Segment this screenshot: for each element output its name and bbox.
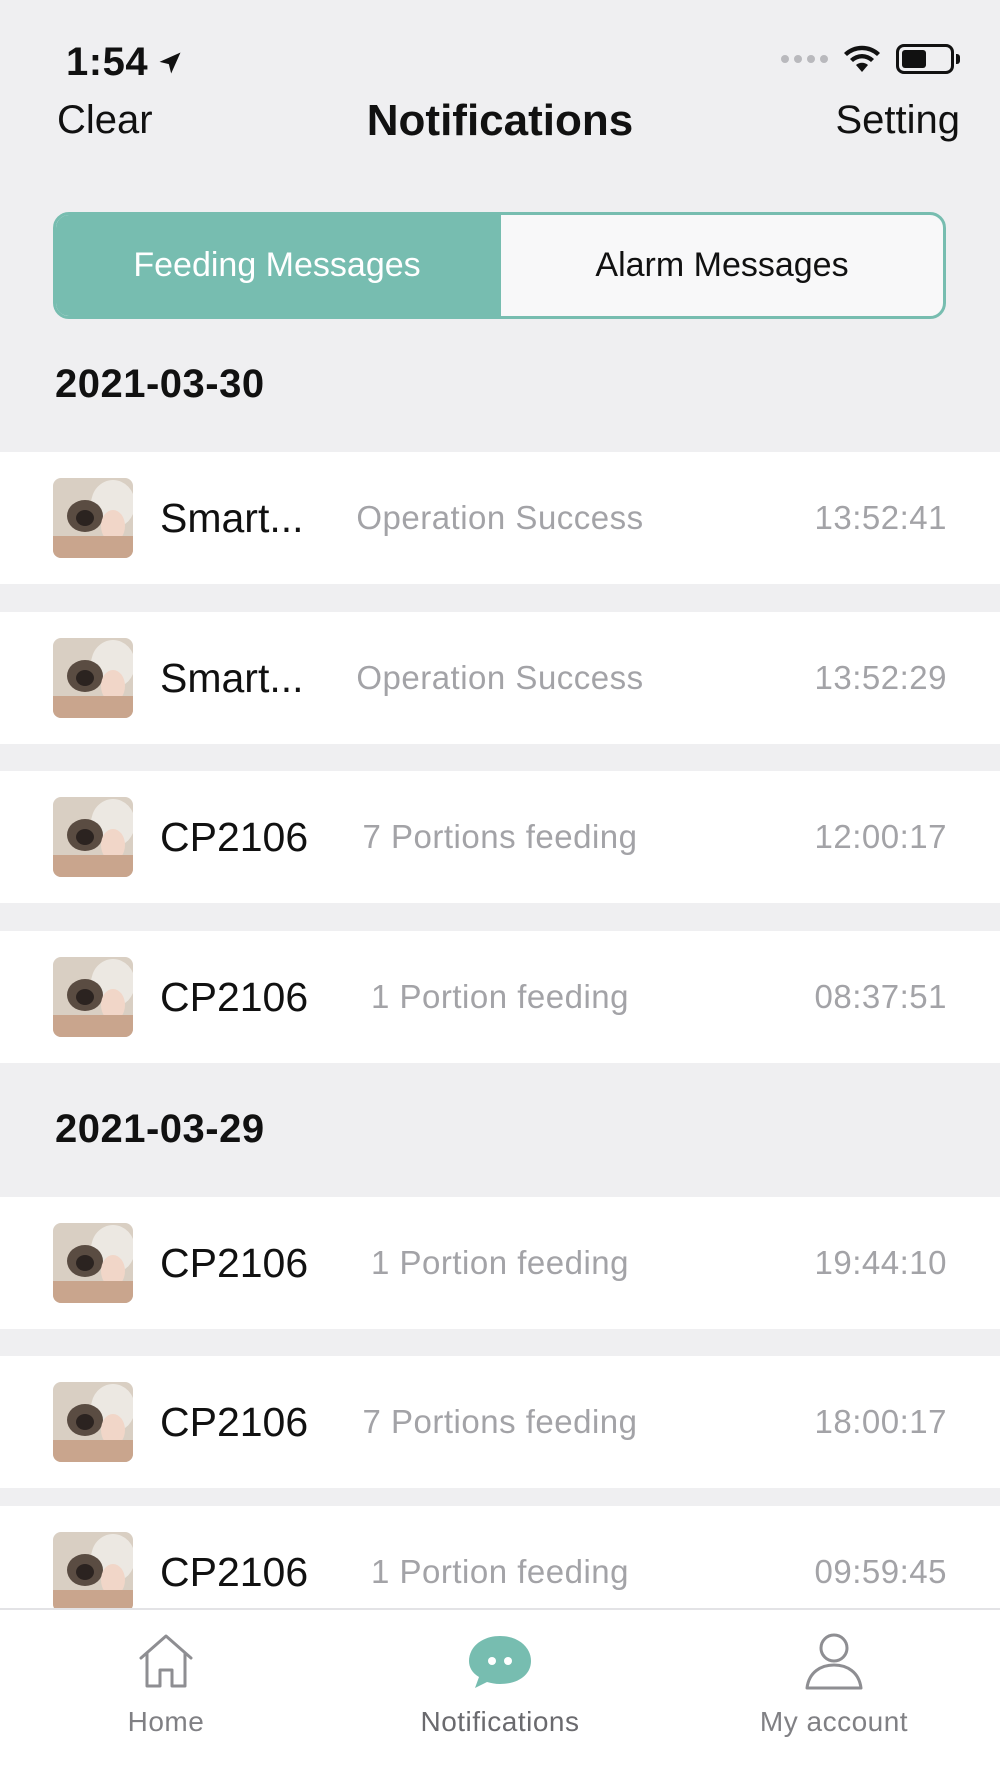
message-time: 12:00:17: [814, 818, 947, 855]
message-type-segmented-control: Feeding Messages Alarm Messages: [53, 212, 946, 319]
tab-my-account[interactable]: My account: [724, 1628, 944, 1738]
device-name: Smart...: [160, 494, 304, 541]
list-item[interactable]: Smart... Operation Success 13:52:41: [0, 452, 1000, 584]
battery-icon: [896, 44, 960, 74]
message-time: 19:44:10: [814, 1244, 947, 1281]
message-text: 1 Portion feeding: [370, 1553, 629, 1590]
device-photo-thumbnail: [53, 957, 133, 1037]
date-header: 2021-03-30: [55, 362, 265, 406]
device-photo-thumbnail: [53, 1382, 133, 1462]
status-indicators: [781, 44, 960, 74]
list-item[interactable]: CP2106 1 Portion feeding 08:37:51: [0, 931, 1000, 1063]
status-bar: 1:54: [0, 0, 1000, 95]
home-icon: [139, 1634, 193, 1688]
device-photo-thumbnail: [53, 1223, 133, 1303]
status-time-text: 1:54: [66, 40, 149, 84]
list-item[interactable]: CP2106 7 Portions feeding 18:00:17: [0, 1356, 1000, 1488]
device-photo-thumbnail: [53, 638, 133, 718]
setting-button[interactable]: Setting: [835, 98, 960, 143]
device-name: CP2106: [160, 1398, 309, 1445]
device-name: CP2106: [160, 973, 309, 1020]
list-item[interactable]: CP2106 1 Portion feeding 19:44:10: [0, 1197, 1000, 1329]
tab-notifications-label: Notifications: [420, 1706, 580, 1737]
bottom-tab-bar: Home Notifications My account: [0, 1608, 1000, 1778]
list-item[interactable]: CP2106 7 Portions feeding 12:00:17: [0, 771, 1000, 903]
message-text: Operation Success: [356, 499, 644, 536]
device-name: CP2106: [160, 813, 309, 860]
tab-feeding-messages[interactable]: Feeding Messages: [56, 215, 498, 316]
message-time: 18:00:17: [814, 1403, 947, 1440]
chat-bubble-icon: [469, 1636, 531, 1688]
tab-home[interactable]: Home: [56, 1628, 276, 1738]
tab-notifications[interactable]: Notifications: [390, 1628, 610, 1738]
device-photo-thumbnail: [53, 1532, 133, 1612]
device-name: CP2106: [160, 1548, 309, 1595]
tab-my-account-label: My account: [759, 1706, 909, 1737]
message-text: 1 Portion feeding: [370, 978, 629, 1015]
list-item[interactable]: Smart... Operation Success 13:52:29: [0, 612, 1000, 744]
message-text: 1 Portion feeding: [370, 1244, 629, 1281]
message-time: 09:59:45: [814, 1553, 947, 1590]
tab-home-label: Home: [127, 1706, 205, 1737]
message-time: 08:37:51: [814, 978, 947, 1015]
device-photo-thumbnail: [53, 478, 133, 558]
device-name: CP2106: [160, 1239, 309, 1286]
wifi-icon: [842, 44, 882, 74]
message-time: 13:52:29: [814, 659, 947, 696]
message-text: 7 Portions feeding: [362, 1403, 638, 1440]
message-time: 13:52:41: [814, 499, 947, 536]
date-header: 2021-03-29: [55, 1107, 265, 1151]
tab-alarm-messages[interactable]: Alarm Messages: [498, 215, 943, 316]
cellular-signal-icon: [781, 55, 828, 63]
nav-bar: Clear Notifications Setting: [0, 90, 1000, 150]
person-icon: [805, 1633, 863, 1690]
message-text: Operation Success: [356, 659, 644, 696]
location-arrow-icon: [159, 52, 181, 73]
message-text: 7 Portions feeding: [362, 818, 638, 855]
device-name: Smart...: [160, 654, 304, 701]
status-time: 1:54: [66, 40, 184, 85]
device-photo-thumbnail: [53, 797, 133, 877]
